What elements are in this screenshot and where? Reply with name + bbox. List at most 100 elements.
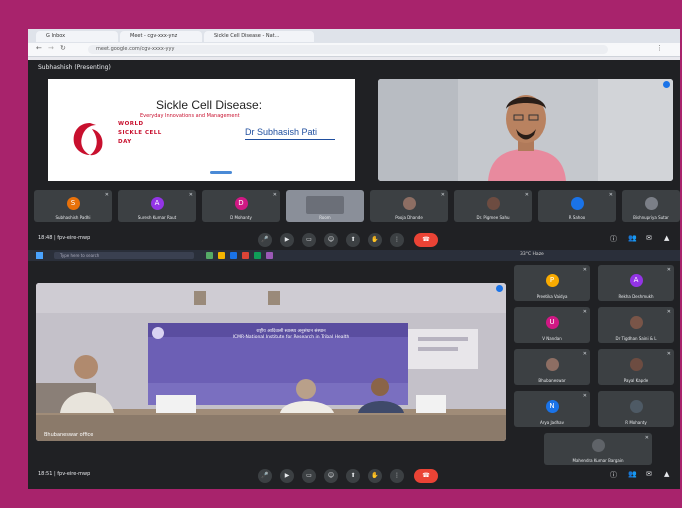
browser-address-bar: ← → ↻ meet.google.com/cgv-xxxx-yyy ⋮ [28,43,680,57]
menu-icon[interactable]: ⋮ [656,44,663,52]
participant-tile[interactable]: ✕ R Sahoo [538,190,616,222]
hand-icon[interactable]: ✋ [368,233,382,247]
camera-icon[interactable]: ▶ [280,233,294,247]
participant-tile[interactable]: ✕ Pooja Dhande [370,190,448,222]
forward-icon[interactable]: → [48,44,54,52]
avatar [402,197,416,210]
emoji-icon[interactable]: ☺ [324,233,338,247]
more-options-icon[interactable]: ⋮ [390,233,404,247]
participant-tile[interactable]: P ✕ Preetika Vaidya [514,265,590,301]
mic-off-icon: ✕ [582,309,587,315]
meet-controls-bottom: 18:51 | fpv-eire-mwp 🎤 ▶ ▭ ☺ ⬆ ✋ ⋮ ☎ ⓘ 👥… [28,466,680,486]
activities-icon[interactable]: ▲ [664,470,669,478]
avatar [591,439,605,452]
browser-tab[interactable]: G Inbox [36,31,118,42]
screen-frame: G Inbox Meet - cgv-xxx-ynz Sickle Cell D… [28,29,680,489]
room-camera-tile[interactable]: राष्ट्रीय आदिवासी स्वास्थ्य अनुसंधान संस… [36,283,506,441]
participant-tile[interactable]: ✕ Mahendra Kumar Bargain [544,433,652,465]
video-thumbnail [306,196,344,214]
info-icon[interactable]: ⓘ [610,234,617,244]
banner-line-english: ICMR-National Institute for Research in … [232,335,350,340]
emoji-icon[interactable]: ☺ [324,469,338,483]
participant-tile[interactable]: U ✕ V Nandan [514,307,590,343]
presentation-slide: Sickle Cell Disease: Everyday Innovation… [48,79,355,181]
speaker-camera-tile[interactable] [378,79,673,181]
mic-icon[interactable]: 🎤 [258,233,272,247]
pin-icon[interactable] [663,81,670,88]
participant-tile[interactable]: D ✕ D Mohanty [202,190,280,222]
participant-name: Preetika Vaidya [536,294,568,299]
mic-icon[interactable]: 🎤 [258,469,272,483]
meeting-time-code: 18:48 | fpv-eire-mwp [38,235,91,241]
captions-icon[interactable]: ▭ [302,469,316,483]
hand-icon[interactable]: ✋ [368,469,382,483]
participant-name: Bishnupriya Sutar [633,215,669,220]
participant-name: V Nandan [542,336,562,341]
captions-icon[interactable]: ▭ [302,233,316,247]
folder-icon[interactable] [218,252,225,259]
avatar [629,358,643,371]
present-icon[interactable]: ⬆ [346,469,360,483]
mic-off-icon: ✕ [644,435,649,441]
back-icon[interactable]: ← [36,44,42,52]
participant-tile[interactable]: ✕ Dr. Pigmee Sahu [454,190,532,222]
participant-tile[interactable]: S ✕ Subhashish Padhi [34,190,112,222]
mic-off-icon: ✕ [524,192,529,198]
participant-strip: S ✕ Subhashish Padhi A ✕ Suresh Kumar Ra… [34,190,680,222]
participant-name: Dr. Pigmee Sahu [476,215,510,220]
participant-tile[interactable]: A ✕ Rekha Deshmukh [598,265,674,301]
avatar: P [545,274,559,287]
meet-controls-top: 18:48 | fpv-eire-mwp 🎤 ▶ ▭ ☺ ⬆ ✋ ⋮ ☎ ⓘ 👥… [28,230,680,250]
participant-tile[interactable]: Bishnupriya Sutar [622,190,680,222]
info-icon[interactable]: ⓘ [610,470,617,480]
end-call-button[interactable]: ☎ [414,233,438,247]
more-options-icon[interactable]: ⋮ [390,469,404,483]
people-icon[interactable]: 👥 [628,234,637,242]
end-call-button[interactable]: ☎ [414,469,438,483]
edge-icon[interactable] [230,252,237,259]
taskbar-search[interactable]: Type here to search [54,252,194,259]
chat-icon[interactable]: ✉ [646,234,652,242]
mic-off-icon: ✕ [666,351,671,357]
browser-tabbar: G Inbox Meet - cgv-xxx-ynz Sickle Cell D… [28,29,680,43]
participant-tile[interactable]: ✕ Bhubaneswar [514,349,590,385]
avatar [486,197,500,210]
participant-name: Rekha Deshmukh [618,294,654,299]
participant-tile[interactable]: N ✕ Arya Jadhav [514,391,590,427]
participant-tile[interactable]: ✕ Payal Kapde [598,349,674,385]
participant-name: Payal Kapde [623,378,649,383]
mic-off-icon: ✕ [272,192,277,198]
present-icon[interactable]: ⬆ [346,233,360,247]
browser-tab[interactable]: Sickle Cell Disease - Nat... [204,31,314,42]
avatar: S [66,197,80,210]
activities-icon[interactable]: ▲ [664,234,669,242]
participant-tile[interactable]: Room [286,190,364,222]
app-icon[interactable] [266,252,273,259]
participant-name: Mahendra Kumar Bargain [572,458,624,463]
windows-start-icon[interactable] [36,252,43,259]
chrome-icon[interactable] [242,252,249,259]
camera-icon[interactable]: ▶ [280,469,294,483]
people-icon[interactable]: 👥 [628,470,637,478]
participant-name: Pooja Dhande [395,215,423,220]
logo-line: WORLD [118,121,144,127]
mic-off-icon: ✕ [188,192,193,198]
participant-tile[interactable]: R Mohanty [598,391,674,427]
avatar [629,400,643,413]
participant-name: Bhubaneswar [538,378,566,383]
avatar [570,197,584,210]
browser-tab-active[interactable]: Meet - cgv-xxx-ynz [120,31,202,42]
participant-tile[interactable]: ✕ Dr Tigdhan Saini & L [598,307,674,343]
os-taskbar: Type here to search 33°C Haze [28,250,680,261]
url-field[interactable]: meet.google.com/cgv-xxxx-yyy [88,45,608,54]
reload-icon[interactable]: ↻ [60,44,66,52]
app-icon[interactable] [206,252,213,259]
pin-icon[interactable] [496,285,503,292]
participant-name: Subhashish Padhi [55,215,91,220]
presenter-label: Subhashish (Presenting) [38,64,111,71]
chat-icon[interactable]: ✉ [646,470,652,478]
participant-name: Suresh Kumar Raut [137,215,177,220]
participant-tile[interactable]: A ✕ Suresh Kumar Raut [118,190,196,222]
participant-name: R Mohanty [625,420,647,425]
app-icon[interactable] [254,252,261,259]
